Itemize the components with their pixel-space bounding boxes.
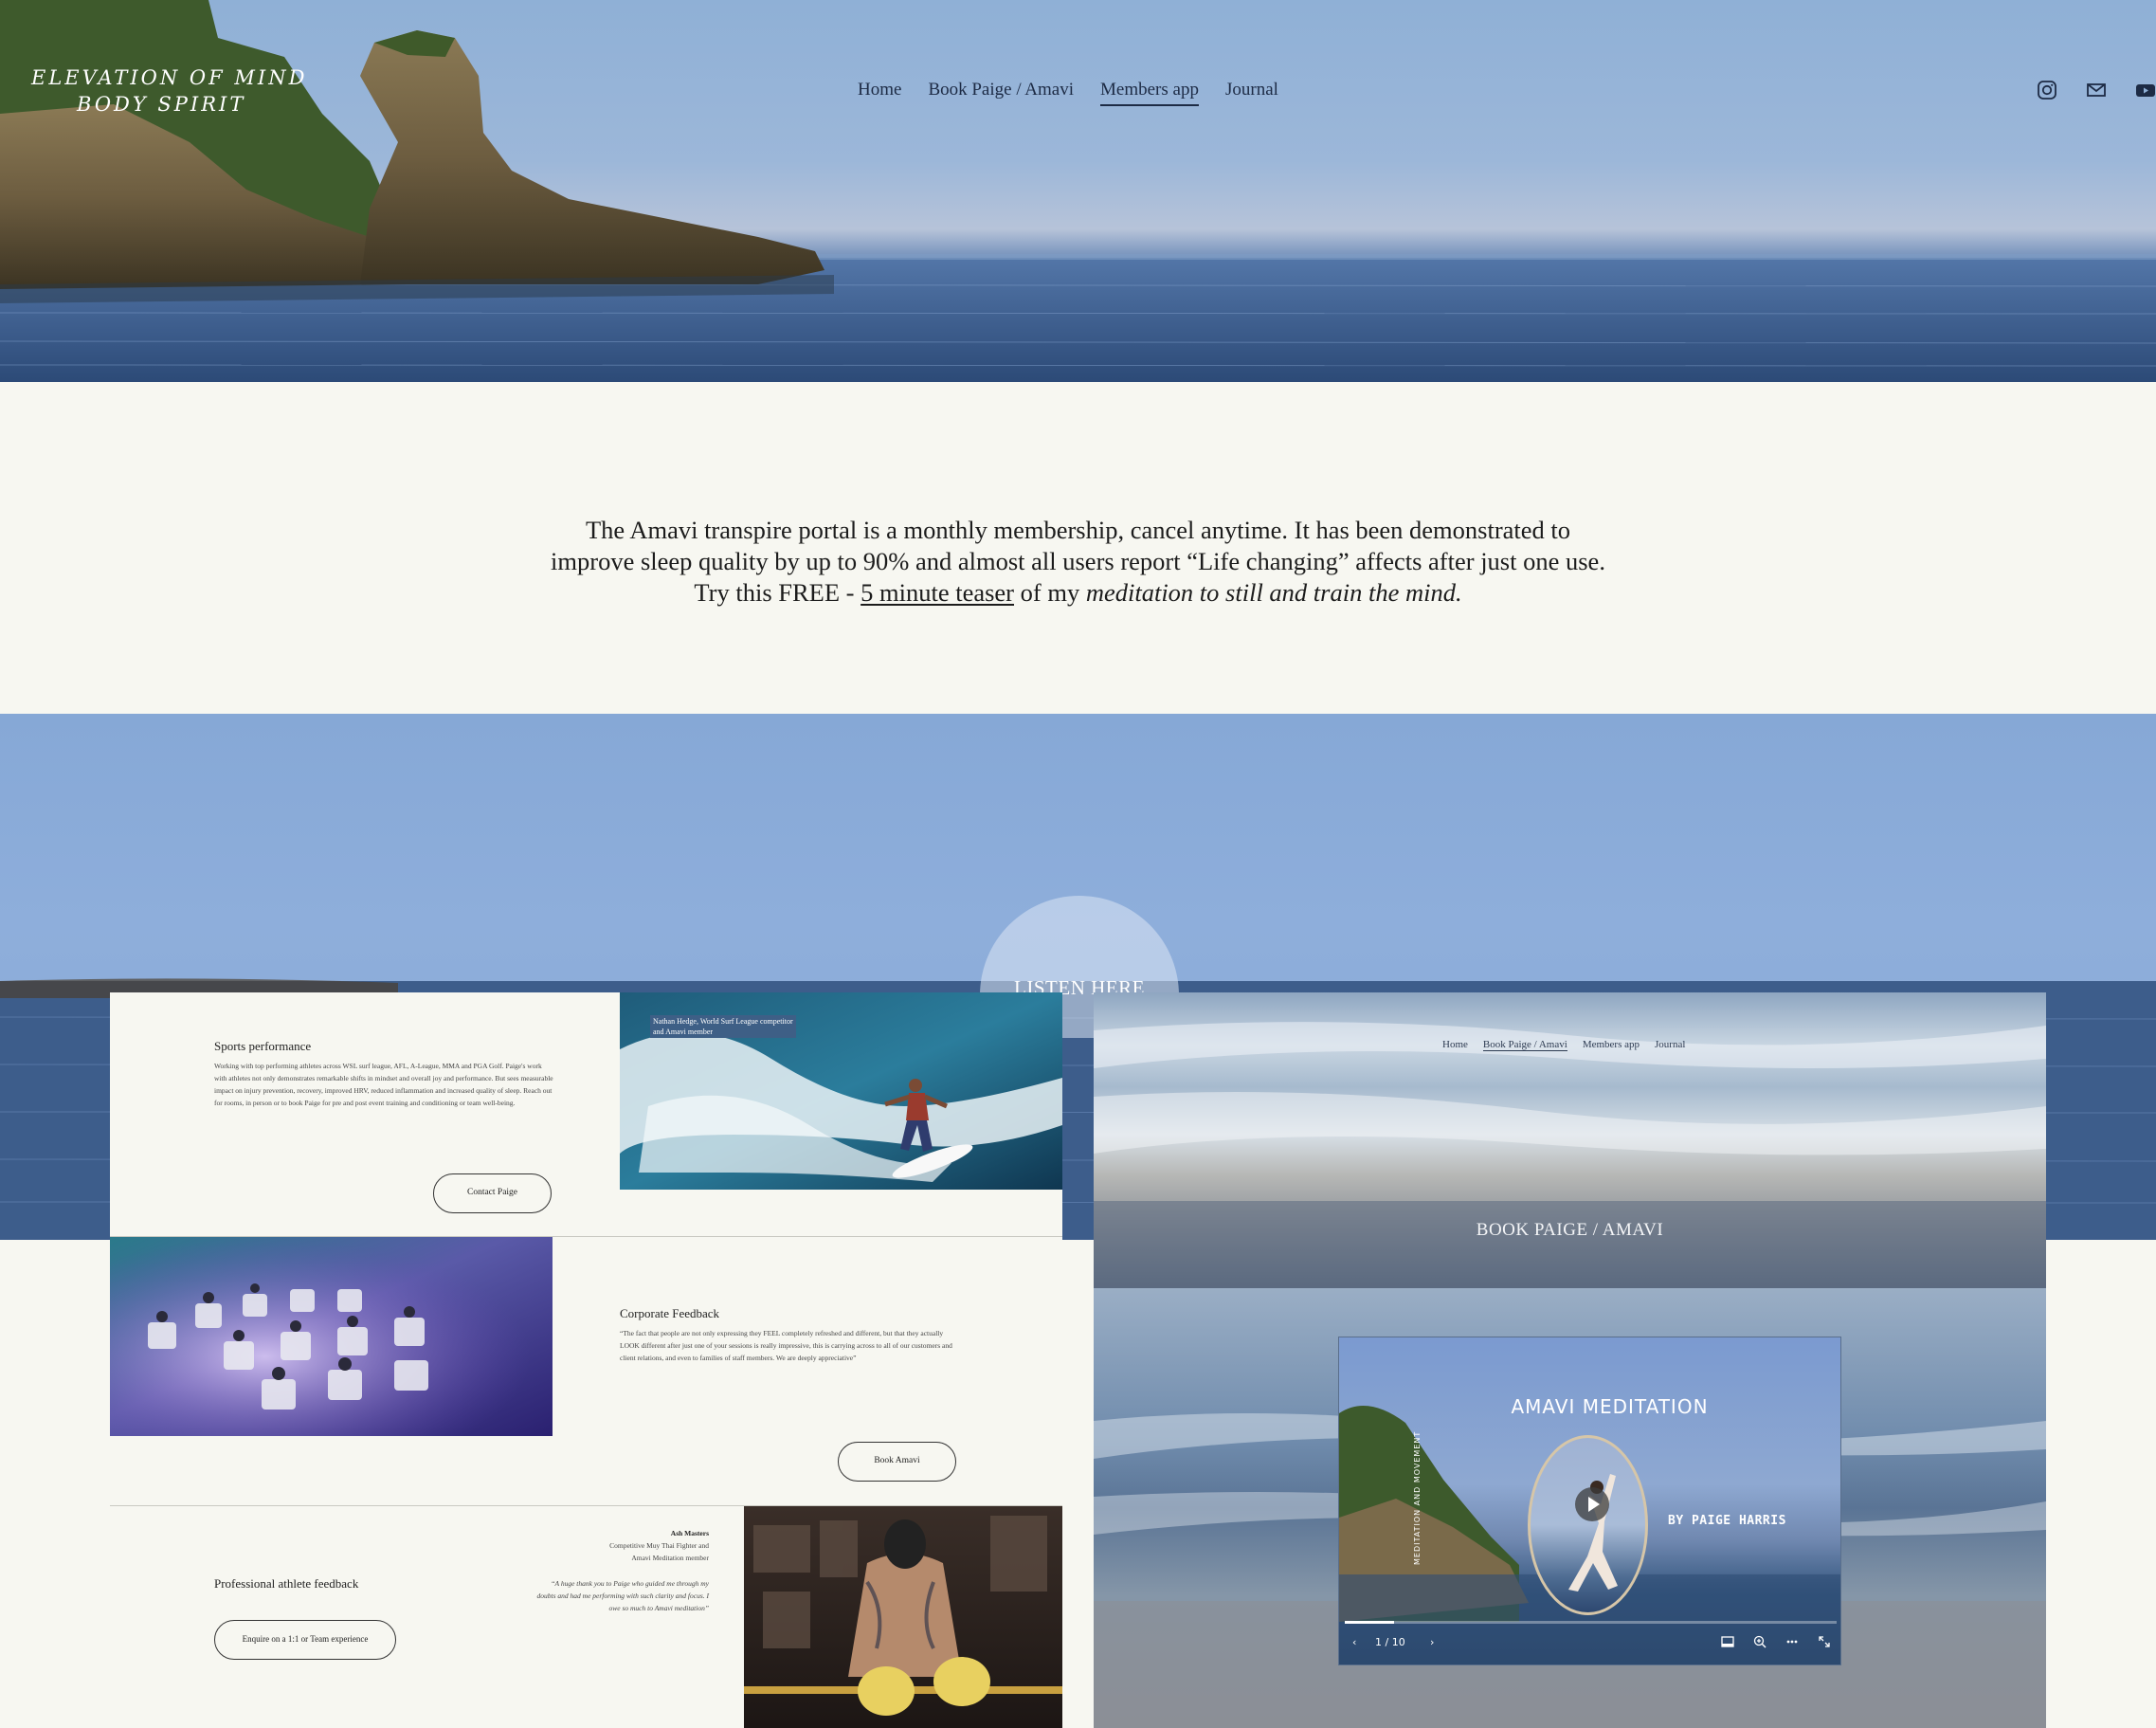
meditation-video-player[interactable]: AMAVI MEDITATION MEDITATION AND MOVEMENT… (1338, 1337, 1841, 1665)
site-preview-panel: Home Book Paige / Amavi Members app Jour… (1094, 992, 2046, 1728)
sports-performance-row: Sports performance Working with top perf… (110, 992, 1062, 1237)
intro-line-3-emphasis: meditation to still and train the mind. (1085, 577, 1462, 607)
intro-section: The Amavi transpire portal is a monthly … (0, 382, 2156, 714)
site-logo[interactable]: ELEVATION OF MIND BODY SPIRIT (31, 64, 307, 118)
athlete-feedback-row: Professional athlete feedback Enquire on… (110, 1506, 1062, 1728)
athlete-title: Professional athlete feedback (214, 1576, 359, 1591)
logo-line-1: ELEVATION OF MIND (31, 66, 308, 89)
nav-book-paige-amavi[interactable]: Book Paige / Amavi (928, 80, 1074, 106)
video-controls: ‹ 1 / 10 › (1339, 1617, 1840, 1664)
corporate-quote: “The fact that people are not only expre… (620, 1329, 952, 1362)
intro-line-3-mid: of my (1014, 577, 1086, 607)
video-control-row: ‹ 1 / 10 › (1352, 1635, 1831, 1653)
corporate-feedback-row: Corporate Feedback “The fact that people… (110, 1237, 1062, 1506)
video-progress-fill (1345, 1621, 1394, 1624)
sports-title: Sports performance (214, 1039, 312, 1053)
surfer-caption-line-2: and Amavi member (653, 1028, 714, 1036)
play-icon[interactable] (1575, 1487, 1609, 1521)
intro-line-3-pre: Try this FREE - (694, 577, 861, 607)
video-oval-frame (1528, 1435, 1648, 1615)
athlete-quote-2: doubts and had me performing with such c… (536, 1592, 709, 1600)
enquire-button[interactable]: Enquire on a 1:1 or Team experience (214, 1620, 396, 1660)
beach-photo (1094, 1022, 2046, 1288)
group-meditation-photo (110, 1237, 553, 1436)
video-page-counter: 1 / 10 (1375, 1636, 1405, 1648)
nav-members-app[interactable]: Members app (1100, 80, 1199, 106)
surfer-caption: Nathan Hedge, World Surf League competit… (650, 1015, 796, 1038)
sports-body: Working with top performing athletes acr… (214, 1062, 553, 1107)
preview-body: AMAVI MEDITATION MEDITATION AND MOVEMENT… (1094, 1288, 2046, 1728)
athlete-name: Ash Masters (670, 1529, 709, 1537)
coastal-rock-photo (0, 0, 2156, 382)
fullscreen-icon[interactable] (1818, 1635, 1831, 1648)
instagram-icon[interactable] (2037, 80, 2057, 100)
contact-paige-button[interactable]: Contact Paige (433, 1173, 552, 1213)
intro-paragraph: The Amavi transpire portal is a monthly … (0, 515, 2156, 609)
athlete-quote-3: owe so much to Amavi meditation” (608, 1604, 709, 1612)
main-nav: Home Book Paige / Amavi Members app Jour… (858, 80, 1278, 106)
preview-nav-members[interactable]: Members app (1583, 1039, 1640, 1051)
athlete-quote-1: “A huge thank you to Paige who guided me… (551, 1579, 709, 1588)
feedback-collage: Sports performance Working with top perf… (110, 992, 1062, 1728)
nav-home[interactable]: Home (858, 80, 901, 106)
preview-nav-journal[interactable]: Journal (1655, 1039, 1685, 1051)
athlete-role-1: Competitive Muy Thai Fighter and (609, 1541, 709, 1550)
fighter-photo (744, 1506, 1062, 1728)
youtube-icon[interactable] (2135, 80, 2156, 100)
video-side-text: MEDITATION AND MOVEMENT (1413, 1430, 1422, 1565)
preview-title: BOOK PAIGE / AMAVI (1476, 1220, 1664, 1240)
preview-nav-home[interactable]: Home (1442, 1039, 1468, 1051)
video-tool-icons (1721, 1635, 1831, 1648)
corporate-title: Corporate Feedback (620, 1306, 720, 1320)
intro-line-2: improve sleep quality by up to 90% and a… (551, 546, 1605, 575)
zoom-icon[interactable] (1753, 1635, 1766, 1648)
video-progress-bar[interactable] (1345, 1621, 1837, 1624)
preview-nav-book[interactable]: Book Paige / Amavi (1482, 1039, 1567, 1051)
intro-line-1: The Amavi transpire portal is a monthly … (585, 515, 1571, 544)
intro-line-3: Try this FREE - 5 minute teaser of my me… (0, 577, 2156, 609)
nav-journal[interactable]: Journal (1225, 80, 1278, 106)
logo-line-2: BODY SPIRIT (77, 93, 246, 116)
teaser-link[interactable]: 5 minute teaser (861, 578, 1014, 607)
social-links (2037, 80, 2156, 100)
preview-header: Home Book Paige / Amavi Members app Jour… (1094, 992, 2046, 1288)
email-icon[interactable] (2086, 80, 2107, 100)
athlete-role-2: Amavi Meditation member (631, 1554, 709, 1562)
next-chevron-icon[interactable]: › (1430, 1636, 1434, 1648)
video-byline: BY PAIGE HARRIS (1668, 1514, 1786, 1528)
preview-nav: Home Book Paige / Amavi Members app Jour… (1442, 1039, 1685, 1051)
hero-banner: ELEVATION OF MIND BODY SPIRIT Home Book … (0, 0, 2156, 382)
video-title: AMAVI MEDITATION (1511, 1395, 1709, 1418)
prev-chevron-icon[interactable]: ‹ (1352, 1636, 1356, 1648)
book-amavi-button[interactable]: Book Amavi (838, 1442, 956, 1482)
surfer-caption-line-1: Nathan Hedge, World Surf League competit… (653, 1017, 793, 1026)
thumbnail-grid-icon[interactable] (1721, 1635, 1734, 1648)
more-options-icon[interactable] (1785, 1635, 1799, 1648)
surfer-photo: Nathan Hedge, World Surf League competit… (620, 992, 1062, 1190)
